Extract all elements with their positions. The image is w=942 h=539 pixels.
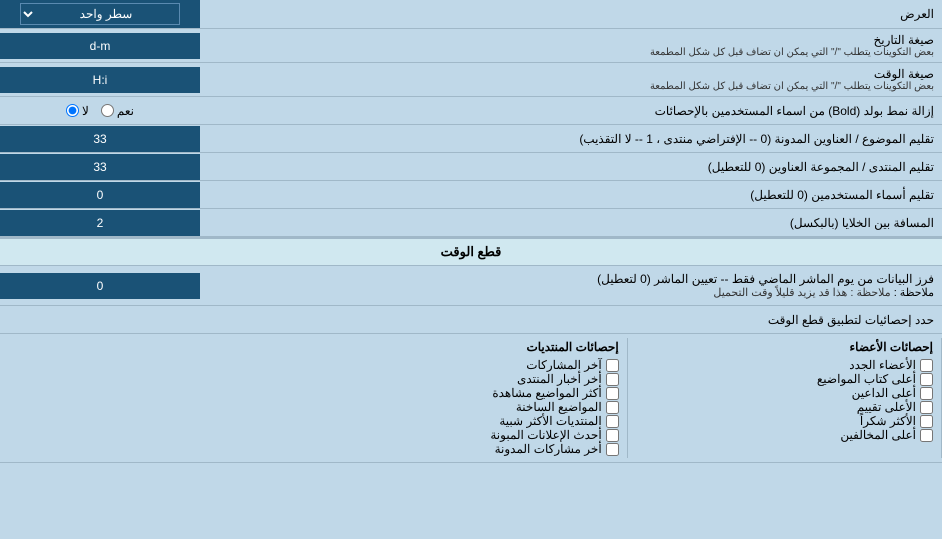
cb-blog-posts-input[interactable]	[606, 443, 619, 456]
cb-hot-topics[interactable]: المواضيع الساخنة	[321, 400, 618, 414]
time-format-input[interactable]	[6, 70, 194, 90]
username-trim-row: تقليم أسماء المستخدمين (0 للتعطيل)	[0, 181, 942, 209]
cb-latest-posts-input[interactable]	[606, 359, 619, 372]
cb-latest-posts[interactable]: آخر المشاركات	[321, 358, 618, 372]
topic-titles-input-container[interactable]	[0, 126, 200, 152]
cb-top-writers[interactable]: أعلى كتاب المواضيع	[636, 372, 933, 386]
display-mode-select[interactable]: سطر واحد متعدد الأسطر	[20, 3, 180, 25]
bold-no-label: لا	[82, 104, 89, 118]
topic-titles-input[interactable]	[6, 129, 194, 149]
cb-most-viewed[interactable]: أكثر المواضيع مشاهدة	[321, 386, 618, 400]
cb-most-thanks[interactable]: الأكثر شكراً	[636, 414, 933, 428]
username-trim-input[interactable]	[6, 185, 194, 205]
col-members: إحصائات الأعضاء الأعضاء الجدد أعلى كتاب …	[628, 338, 942, 458]
cb-top-inviters[interactable]: أعلى الداعين	[636, 386, 933, 400]
cell-spacing-row: المسافة بين الخلايا (بالبكسل)	[0, 209, 942, 237]
forum-titles-row: تقليم المنتدى / المجموعة العناوين (0 للت…	[0, 153, 942, 181]
forum-titles-input-container[interactable]	[0, 154, 200, 180]
username-trim-label: تقليم أسماء المستخدمين (0 للتعطيل)	[200, 184, 942, 206]
cb-similar-forums[interactable]: المنتديات الأكثر شبية	[321, 414, 618, 428]
cb-top-violators-input[interactable]	[920, 429, 933, 442]
cell-spacing-label: المسافة بين الخلايا (بالبكسل)	[200, 212, 942, 234]
main-container: العرض سطر واحد متعدد الأسطر صيغة التاريخ…	[0, 0, 942, 463]
date-format-row: صيغة التاريخ بعض التكوينات يتطلب "/" الت…	[0, 29, 942, 63]
apply-cutoff-header-row: حدد إحصائيات لتطبيق قطع الوقت	[0, 306, 942, 334]
cb-new-members-input[interactable]	[920, 359, 933, 372]
cb-hot-topics-input[interactable]	[606, 401, 619, 414]
cb-most-viewed-input[interactable]	[606, 387, 619, 400]
cb-top-writers-input[interactable]	[920, 373, 933, 386]
cutoff-label: فرز البيانات من يوم الماشر الماضي فقط --…	[200, 268, 942, 303]
date-format-label: صيغة التاريخ بعض التكوينات يتطلب "/" الت…	[200, 29, 942, 62]
col-members-header: إحصائات الأعضاء	[636, 340, 933, 354]
cb-top-rated[interactable]: الأعلى تقييم	[636, 400, 933, 414]
date-format-input[interactable]	[6, 36, 194, 56]
forum-titles-input[interactable]	[6, 157, 194, 177]
cb-new-members[interactable]: الأعضاء الجدد	[636, 358, 933, 372]
cb-top-rated-input[interactable]	[920, 401, 933, 414]
bold-no-option[interactable]: لا	[66, 104, 89, 118]
time-format-input-container[interactable]	[0, 67, 200, 93]
bold-yes-label: نعم	[117, 104, 134, 118]
bold-remove-options: نعم لا	[0, 101, 200, 121]
cb-similar-forums-input[interactable]	[606, 415, 619, 428]
display-mode-row: العرض سطر واحد متعدد الأسطر	[0, 0, 942, 29]
checkbox-columns: إحصائات الأعضاء الأعضاء الجدد أعلى كتاب …	[0, 334, 942, 462]
cell-spacing-input-container[interactable]	[0, 210, 200, 236]
cb-blog-posts[interactable]: أخر مشاركات المدونة	[321, 442, 618, 456]
username-trim-input-container[interactable]	[0, 182, 200, 208]
cutoff-row: فرز البيانات من يوم الماشر الماضي فقط --…	[0, 266, 942, 306]
cb-latest-announcements[interactable]: أحدث الإعلانات المبونة	[321, 428, 618, 442]
cutoff-section-header: قطع الوقت	[0, 237, 942, 266]
bold-no-radio[interactable]	[66, 104, 79, 117]
cutoff-note: ملاحظة : ملاحظة : هذا قد يزيد قليلاً وقت…	[208, 286, 934, 299]
apply-cutoff-label: حدد إحصائيات لتطبيق قطع الوقت	[0, 309, 942, 331]
time-format-label: صيغة الوقت بعض التكوينات يتطلب "/" التي …	[200, 63, 942, 96]
display-mode-input[interactable]: سطر واحد متعدد الأسطر	[0, 0, 200, 28]
bold-yes-option[interactable]: نعم	[101, 104, 134, 118]
forum-titles-label: تقليم المنتدى / المجموعة العناوين (0 للت…	[200, 156, 942, 178]
bold-remove-row: إزالة نمط بولد (Bold) من اسماء المستخدمي…	[0, 97, 942, 125]
col-forums: إحصائات المنتديات آخر المشاركات أخر أخبا…	[313, 338, 627, 458]
topic-titles-row: تقليم الموضوع / العناوين المدونة (0 -- ا…	[0, 125, 942, 153]
display-mode-label: العرض	[200, 3, 942, 25]
cb-forum-news[interactable]: أخر أخبار المنتدى	[321, 372, 618, 386]
cb-latest-announcements-input[interactable]	[606, 429, 619, 442]
topic-titles-label: تقليم الموضوع / العناوين المدونة (0 -- ا…	[200, 128, 942, 150]
time-format-row: صيغة الوقت بعض التكوينات يتطلب "/" التي …	[0, 63, 942, 97]
cb-forum-news-input[interactable]	[606, 373, 619, 386]
cb-top-inviters-input[interactable]	[920, 387, 933, 400]
date-format-input-container[interactable]	[0, 33, 200, 59]
bold-yes-radio[interactable]	[101, 104, 114, 117]
bold-remove-label: إزالة نمط بولد (Bold) من اسماء المستخدمي…	[200, 100, 942, 122]
col-forums-header: إحصائات المنتديات	[321, 340, 618, 354]
cb-most-thanks-input[interactable]	[920, 415, 933, 428]
cell-spacing-input[interactable]	[6, 213, 194, 233]
cutoff-input-container[interactable]	[0, 273, 200, 299]
col-empty	[0, 338, 313, 458]
apply-cutoff-section: حدد إحصائيات لتطبيق قطع الوقت إحصائات ال…	[0, 306, 942, 463]
cutoff-input[interactable]	[6, 276, 194, 296]
cb-top-violators[interactable]: أعلى المخالفين	[636, 428, 933, 442]
